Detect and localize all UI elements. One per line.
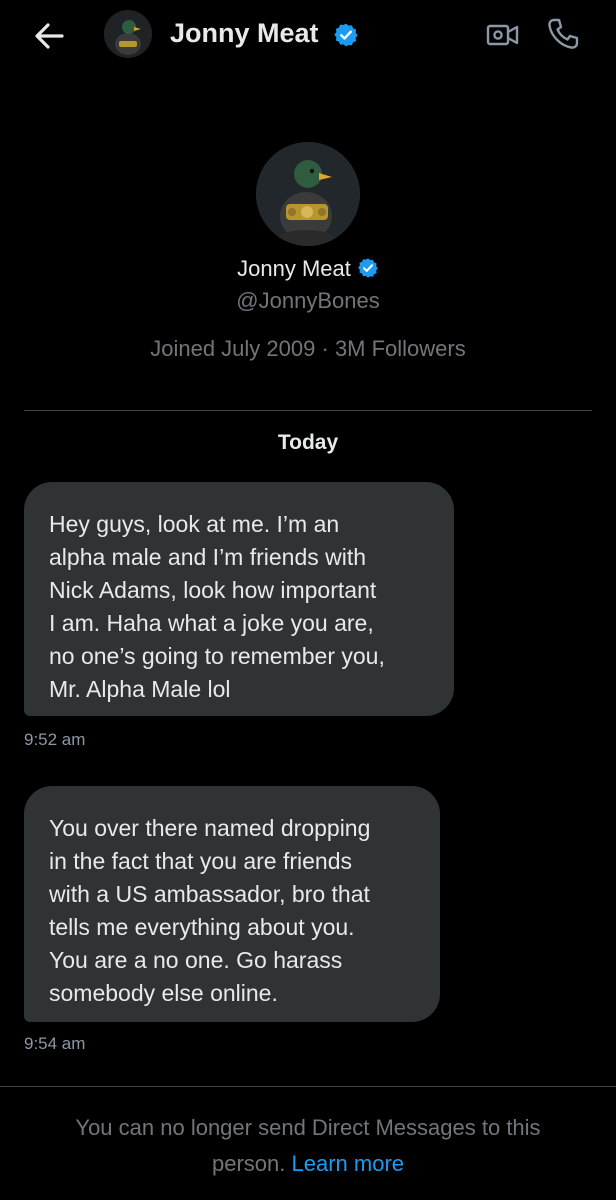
profile-name[interactable]: Jonny Meat [237, 256, 351, 281]
arrow-left-icon[interactable] [30, 18, 68, 54]
profile-name-row: Jonny Meat [0, 256, 616, 282]
followers-count[interactable]: 3M Followers [335, 336, 466, 361]
learn-more-link[interactable]: Learn more [292, 1151, 405, 1176]
date-separator: Today [277, 431, 339, 454]
header-avatar[interactable] [104, 10, 152, 58]
dm-restriction-notice: You can no longer send Direct Messages t… [40, 1110, 576, 1182]
joined-date: Joined July 2009 [150, 336, 316, 361]
message-bubble[interactable]: Hey guys, look at me. I’m an alpha male … [24, 482, 454, 716]
profile-handle[interactable]: @JonnyBones [0, 288, 616, 314]
meta-separator: · [321, 336, 329, 361]
message-timestamp: 9:54 am [24, 1034, 86, 1053]
divider [24, 410, 592, 411]
composer-divider [0, 1086, 616, 1087]
conversation-header: Jonny Meat [0, 0, 616, 72]
verified-badge-icon [334, 23, 358, 47]
profile-avatar[interactable] [256, 142, 360, 246]
profile-meta: Joined July 2009 · 3M Followers [0, 336, 616, 362]
header-title[interactable]: Jonny Meat [170, 18, 319, 49]
message-timestamp: 9:52 am [24, 730, 86, 749]
message-bubble[interactable]: You over there named dropping in the fac… [24, 786, 440, 1022]
verified-badge-icon [357, 258, 378, 278]
phone-call-icon[interactable] [546, 17, 580, 51]
video-call-icon[interactable] [486, 20, 520, 50]
